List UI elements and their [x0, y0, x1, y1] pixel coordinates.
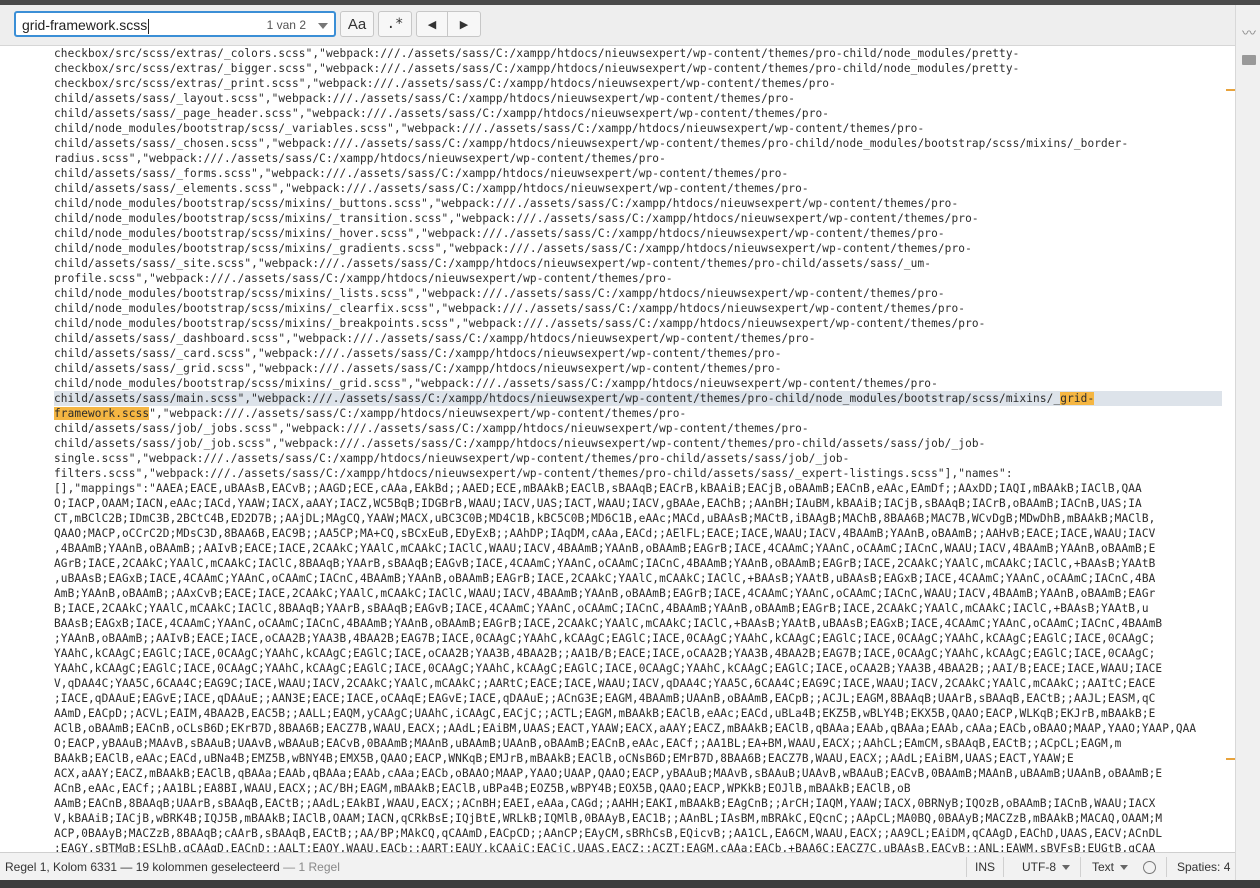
code-line: CT,mBClC2B;IDmC3B,2BCtC4B,ED2D7B;;AAjDL;… [54, 512, 1156, 525]
code-line: ACnB,eAAc,EACf;;AA1BL;EA8BI,WAAU,EACX;;A… [54, 782, 911, 795]
chevron-down-icon[interactable] [318, 23, 328, 29]
code-line: child/node_modules/bootstrap/scss/mixins… [54, 227, 945, 240]
code-line: AClB,oBAAmB;EACnB,oCLsB6D;EKrB7D,8BAA6B;… [54, 722, 1197, 735]
code-line: ;YAAnB,oBAAmB;;AAIvB;EACE;IACE,oCAA2B;YA… [54, 632, 1156, 645]
search-match-highlight: grid- [1060, 392, 1095, 405]
match-case-button[interactable]: Aa [340, 11, 374, 37]
code-line-match: child/assets/sass/main.scss","webpack://… [54, 391, 1222, 406]
insert-mode[interactable]: INS [975, 860, 995, 874]
code-line: child/assets/sass/_site.scss","webpack:/… [54, 257, 932, 270]
code-line: single.scss","webpack:///./assets/sass/C… [54, 452, 850, 465]
code-line: BAAsB;EAGxB;IACE,4CAAmC;YAAnC,oCAAmC;IAC… [54, 617, 1163, 630]
search-match-highlight: framework.scss [54, 407, 150, 420]
code-line: ,uBAAsB;EAGxB;IACE,4CAAmC;YAAnC,oCAAmC;I… [54, 572, 1156, 585]
code-line: child/assets/sass/_dashboard.scss","webp… [54, 332, 816, 345]
code-line: radius.scss","webpack:///./assets/sass/C… [54, 152, 666, 165]
spellcheck-circle-icon[interactable] [1143, 861, 1156, 874]
code-text: child/assets/sass/main.scss","webpack://… [54, 392, 1061, 405]
text-editor[interactable]: checkbox/src/scss/extras/_colors.scss","… [0, 46, 1235, 852]
code-line: filters.scss","webpack:///./assets/sass/… [54, 467, 1013, 480]
find-bar: grid-framework.scss 1 van 2 Aa .* ◀ ▶ [0, 5, 1235, 46]
divider [966, 857, 967, 877]
code-line: child/assets/sass/job/_jobs.scss","webpa… [54, 422, 809, 435]
code-line: BAAkB;EAClB,eAAc;EACd,uBNa4B;EMZ5B,wBNY4… [54, 752, 1074, 765]
code-line: child/node_modules/bootstrap/scss/mixins… [54, 287, 945, 300]
code-line: child/node_modules/bootstrap/scss/mixins… [54, 212, 979, 225]
find-previous-button[interactable]: ◀ [416, 11, 448, 37]
code-line: V,qDAA4C;YAA5C,6CAA4C;EAG9C;IACE,WAAU;IA… [54, 677, 1156, 690]
code-line: child/node_modules/bootstrap/scss/mixins… [54, 377, 938, 390]
text-cursor [148, 18, 150, 34]
code-line: V,kBAAiB;IACjB,wBRK4B;IQJ5B,mBAAkB;IAClB… [54, 812, 1163, 825]
code-line: ;IACE,qDAAuE;EAGvE;IACE,qDAAuE;;AAN3E;EA… [54, 692, 1156, 705]
code-text: ","webpack:///./assets/sass/C:/xampp/htd… [149, 407, 687, 420]
panel-toggle-icon[interactable] [1242, 55, 1256, 65]
code-line: checkbox/src/scss/extras/_bigger.scss","… [54, 62, 1020, 75]
code-line: child/assets/sass/_chosen.scss","webpack… [54, 137, 1129, 150]
find-match-count: 1 van 2 [266, 18, 306, 32]
divider [1166, 857, 1167, 877]
scrollbar-match-marker [1226, 758, 1235, 760]
find-next-button[interactable]: ▶ [448, 11, 481, 37]
code-line: O;IACP,OAAM;IACN,eAAc;IACd,YAAW;IACX,aAA… [54, 497, 1142, 510]
chevron-down-icon [1062, 865, 1070, 871]
code-line: child/assets/sass/_forms.scss","webpack:… [54, 167, 789, 180]
code-line-match-continued: framework.scss","webpack:///./assets/sas… [54, 406, 1222, 421]
divider [1080, 857, 1081, 877]
code-line: child/assets/sass/job/_job.scss","webpac… [54, 437, 986, 450]
code-line: child/node_modules/bootstrap/scss/mixins… [54, 317, 986, 330]
activity-graph-icon[interactable]: 〰 [1242, 23, 1256, 43]
position-text: Regel 1, Kolom 6331 [5, 860, 118, 874]
status-bar: Regel 1, Kolom 6331 — 19 kolommen gesele… [0, 852, 1235, 881]
code-line: ACX,aAAY;EACZ,mBAAkB;EAClB,qBAAa;EAAb,qB… [54, 767, 1163, 780]
scrollbar-match-marker [1226, 89, 1235, 91]
divider [1003, 857, 1004, 877]
code-line: AAmB;EACnB,8BAAqB;UAArB,sBAAqB,EACtB;;AA… [54, 797, 1156, 810]
code-content: checkbox/src/scss/extras/_colors.scss","… [54, 46, 1222, 852]
selection-text: — 19 kolommen geselecteerd [117, 860, 280, 874]
regex-button[interactable]: .* [378, 11, 412, 37]
code-line: child/node_modules/bootstrap/scss/_varia… [54, 122, 925, 135]
find-input[interactable]: grid-framework.scss 1 van 2 [14, 11, 336, 37]
chevron-down-icon [1120, 865, 1129, 871]
code-line: ;EAGY,sBTMgB;ESLhB,qCAAgD,EACnD;;AALT;EA… [54, 842, 1156, 852]
code-line: ,4BAAmB;YAAnB,oBAAmB;;AAIvB;EACE;IACE,2C… [54, 542, 1156, 555]
code-line: child/node_modules/bootstrap/scss/mixins… [54, 302, 966, 315]
window-bottom-strip [0, 880, 1260, 888]
code-line: child/assets/sass/_layout.scss","webpack… [54, 92, 796, 105]
code-line: checkbox/src/scss/extras/_print.scss","w… [54, 77, 836, 90]
code-line: child/node_modules/bootstrap/scss/mixins… [54, 197, 959, 210]
cursor-position[interactable]: Regel 1, Kolom 6331 — 19 kolommen gesele… [5, 860, 340, 874]
line-count-text: — 1 Regel [279, 860, 340, 874]
code-line: child/assets/sass/_card.scss","webpack:/… [54, 347, 782, 360]
code-line: ACP,0BAAyB;MACZzB,8BAAqB;cAArB,sBAAqB,EA… [54, 827, 1163, 840]
side-panel: 〰 [1235, 5, 1260, 885]
find-query: grid-framework.scss [22, 17, 148, 33]
syntax-selector[interactable]: Text [1092, 860, 1129, 874]
code-line: child/assets/sass/_elements.scss","webpa… [54, 182, 809, 195]
code-line: AmB;YAAnB,oBAAmB;;AAxCvB;EACE;IACE,2CAAk… [54, 587, 1156, 600]
code-line: [],"mappings":"AAEA;EACE,uBAAsB,EACvB;;A… [54, 482, 1142, 495]
triangle-right-icon: ▶ [459, 18, 469, 31]
code-line: AGrB;IACE,2CAAkC;YAAlC,mCAAkC;IAClC,8BAA… [54, 557, 1156, 570]
triangle-left-icon: ◀ [427, 18, 437, 31]
code-line: O;EACP,yBAAuB;MAAvB,sBAAuB;UAAvB,wBAAuB;… [54, 737, 1122, 750]
code-line: YAAhC,kCAAgC;EAGlC;IACE,0CAAgC;YAAhC,kCA… [54, 662, 1163, 675]
code-line: checkbox/src/scss/extras/_colors.scss","… [54, 47, 1020, 60]
code-line: B;IACE,2CAAkC;YAAlC,mCAAkC;IAClC,8BAAqB;… [54, 602, 1149, 615]
code-line: profile.scss","webpack:///./assets/sass/… [54, 272, 673, 285]
code-line: child/assets/sass/_grid.scss","webpack:/… [54, 362, 782, 375]
code-line: YAAhC,kCAAgC;EAGlC;IACE,0CAAgC;YAAhC,kCA… [54, 647, 1156, 660]
code-line: child/node_modules/bootstrap/scss/mixins… [54, 242, 972, 255]
code-line: child/assets/sass/_page_header.scss","we… [54, 107, 830, 120]
indentation-selector[interactable]: Spaties: 4 [1177, 860, 1230, 874]
encoding-selector[interactable]: UTF-8 [1022, 860, 1070, 874]
code-line: AAmD,EACpD;;ACVL;EAIM,4BAA2B,EAC5B;;AALL… [54, 707, 1156, 720]
code-line: QAAO;MACP,oCCrC2D;MDsC3D,8BAA6B,EAC9B;;A… [54, 527, 1156, 540]
